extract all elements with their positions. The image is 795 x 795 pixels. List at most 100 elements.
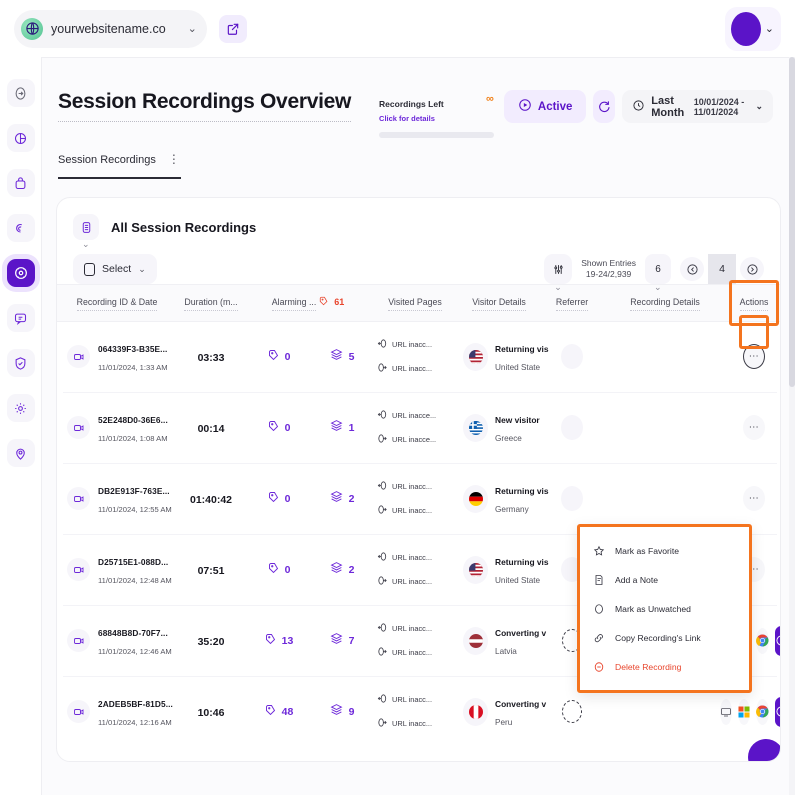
flag-icon xyxy=(463,698,488,726)
clock-icon xyxy=(632,99,645,115)
cell-recording-id[interactable]: 2ADEB5BF-81D5...11/01/2024, 12:16 AM xyxy=(57,677,177,747)
user-menu[interactable]: ⌄ xyxy=(725,7,781,51)
status-badge[interactable]: Active xyxy=(504,90,587,123)
main-content: Session Recordings Overview Recordings L… xyxy=(41,57,795,795)
flag-icon xyxy=(463,485,488,513)
kebab-icon[interactable]: ⋮ xyxy=(168,156,181,163)
menu-item-mark-favorite[interactable]: Mark as Favorite xyxy=(580,536,749,565)
col-recording-details[interactable]: Recording Details xyxy=(605,285,725,322)
cell-recording-id[interactable]: 52E248D0-36E6...11/01/2024, 1:08 AM xyxy=(57,393,177,463)
cell-duration: 07:51 xyxy=(177,535,245,605)
sidebar-item-heatmaps[interactable] xyxy=(7,214,35,242)
menu-item-mark-unwatched[interactable]: Mark as Unwatched xyxy=(580,594,749,623)
external-link-icon[interactable] xyxy=(219,15,247,43)
sidebar-item-security[interactable] xyxy=(7,349,35,377)
cell-urls: URL inacc... URL inacc... xyxy=(371,606,459,676)
flag-icon xyxy=(463,414,488,442)
chevron-down-icon[interactable]: ⌄ xyxy=(554,282,562,293)
layers-icon xyxy=(330,419,343,437)
prev-page-button[interactable] xyxy=(680,257,704,281)
visitor-country: Latvia xyxy=(495,647,517,656)
cell-alarming: 13 xyxy=(245,606,313,676)
row-actions-menu[interactable]: Mark as Favorite Add a Note Mark as Unwa… xyxy=(577,524,752,693)
visited-pages-count: 7 xyxy=(349,635,355,647)
sidebar-item-collapse[interactable] xyxy=(7,79,35,107)
recording-date: 11/01/2024, 12:46 AM xyxy=(98,647,172,656)
sidebar-item-account[interactable] xyxy=(7,439,35,467)
site-selector[interactable]: yourwebsitename.co ⌄ xyxy=(14,10,207,48)
select-label: Select xyxy=(102,263,131,275)
cell-recording-id[interactable]: D25715E1-088D...11/01/2024, 12:48 AM xyxy=(57,535,177,605)
card-toolbar: Select ⌄ ⌄ Shown Entries 19-24/2,939 xyxy=(57,240,780,284)
sidebar-item-session-recordings[interactable] xyxy=(7,259,35,287)
chevron-down-icon: ⌄ xyxy=(138,264,146,275)
star-icon xyxy=(592,544,605,557)
cell-urls: URL inacc... URL inacc... xyxy=(371,677,459,747)
visited-pages-count: 9 xyxy=(349,706,355,718)
date-range-value: 10/01/2024 - 11/01/2024 xyxy=(694,97,750,117)
app-root: yourwebsitename.co ⌄ ⌄ xyxy=(0,0,795,795)
visitor-country: United State xyxy=(495,363,540,372)
col-recording-id[interactable]: Recording ID & Date xyxy=(57,285,177,322)
current-page[interactable]: 4 xyxy=(708,254,736,284)
sidebar-item-analytics[interactable] xyxy=(7,124,35,152)
menu-item-add-note[interactable]: Add a Note xyxy=(580,565,749,594)
sidebar-item-feedback[interactable] xyxy=(7,304,35,332)
cell-recording-id[interactable]: 68848B8D-70F7...11/01/2024, 12:46 AM xyxy=(57,606,177,676)
menu-item-delete-recording[interactable]: Delete Recording xyxy=(580,652,749,681)
camera-icon xyxy=(67,416,90,439)
exit-url-text: URL inacc... xyxy=(392,506,432,515)
sidebar-item-settings[interactable] xyxy=(7,394,35,422)
col-duration[interactable]: Duration (m... xyxy=(177,285,245,322)
date-range-picker[interactable]: Last Month 10/01/2024 - 11/01/2024 ⌄ xyxy=(622,90,773,123)
chevron-down-icon[interactable]: ⌄ xyxy=(654,282,662,293)
menu-item-copy-link[interactable]: Copy Recording's Link xyxy=(580,623,749,652)
sidebar-item-funnels[interactable] xyxy=(7,169,35,197)
next-page-button[interactable] xyxy=(740,257,764,281)
table-row[interactable]: 52E248D0-36E6...11/01/2024, 1:08 AM 00:1… xyxy=(57,393,781,463)
minus-circle-icon xyxy=(592,660,605,673)
cell-recording-id[interactable]: DB2E913F-763E...11/01/2024, 12:55 AM xyxy=(57,464,177,534)
menu-item-label: Mark as Unwatched xyxy=(615,604,691,614)
recording-date: 11/01/2024, 12:16 AM xyxy=(98,718,172,727)
camera-icon xyxy=(67,487,90,510)
recordings-left-value: ∞ xyxy=(486,94,494,105)
col-visited-pages[interactable]: Visited Pages xyxy=(371,285,459,322)
sliders-icon[interactable]: ⌄ xyxy=(544,254,572,284)
visitor-type: New visitor xyxy=(495,415,540,425)
cell-urls: URL inacc... URL inacc... xyxy=(371,535,459,605)
exit-url-icon xyxy=(377,433,388,446)
tab-session-recordings[interactable]: Session Recordings ⋮ xyxy=(58,154,181,179)
chevron-down-icon[interactable]: ⌄ xyxy=(82,239,90,250)
col-visitor-details[interactable]: Visitor Details xyxy=(459,285,539,322)
recordings-left-link[interactable]: Click for details xyxy=(379,114,444,123)
per-page-selector[interactable]: 6 ⌄ xyxy=(645,254,671,284)
cell-actions[interactable]: ⋯ xyxy=(725,393,781,463)
exit-url-text: URL inacc... xyxy=(392,577,432,586)
list-card-icon[interactable]: ⌄ xyxy=(73,214,99,240)
cell-visited-pages: 2 xyxy=(313,535,371,605)
play-recording-button[interactable] xyxy=(775,626,781,656)
browser-chrome-icon xyxy=(756,628,769,654)
page-scrollbar[interactable] xyxy=(789,57,795,795)
row-actions-button[interactable]: ⋯ xyxy=(743,344,765,369)
visitor-type: Returning vis xyxy=(495,344,549,354)
refresh-icon[interactable] xyxy=(593,90,615,123)
play-recording-button[interactable] xyxy=(775,697,781,727)
cell-actions[interactable]: ⋯ xyxy=(725,322,781,392)
alarming-count: 0 xyxy=(285,422,291,434)
cell-actions[interactable]: ⋯ xyxy=(725,464,781,534)
table-row[interactable]: 064339F3-B35E... 11/01/2024, 1:33 AM 03:… xyxy=(57,322,781,392)
exit-url-icon xyxy=(377,717,388,730)
col-alarming[interactable]: Alarming ... 61 xyxy=(245,285,371,322)
col-actions[interactable]: Actions xyxy=(725,285,781,322)
row-actions-button[interactable]: ⋯ xyxy=(743,486,765,511)
table-row[interactable]: DB2E913F-763E...11/01/2024, 12:55 AM 01:… xyxy=(57,464,781,534)
referrer-placeholder xyxy=(561,344,583,369)
flag-icon xyxy=(463,627,488,655)
cell-recording-id[interactable]: 064339F3-B35E... 11/01/2024, 1:33 AM xyxy=(57,322,177,392)
alarming-count: 0 xyxy=(285,564,291,576)
col-referrer[interactable]: Referrer xyxy=(539,285,605,322)
row-actions-button[interactable]: ⋯ xyxy=(743,415,765,440)
select-dropdown[interactable]: Select ⌄ xyxy=(73,254,157,284)
